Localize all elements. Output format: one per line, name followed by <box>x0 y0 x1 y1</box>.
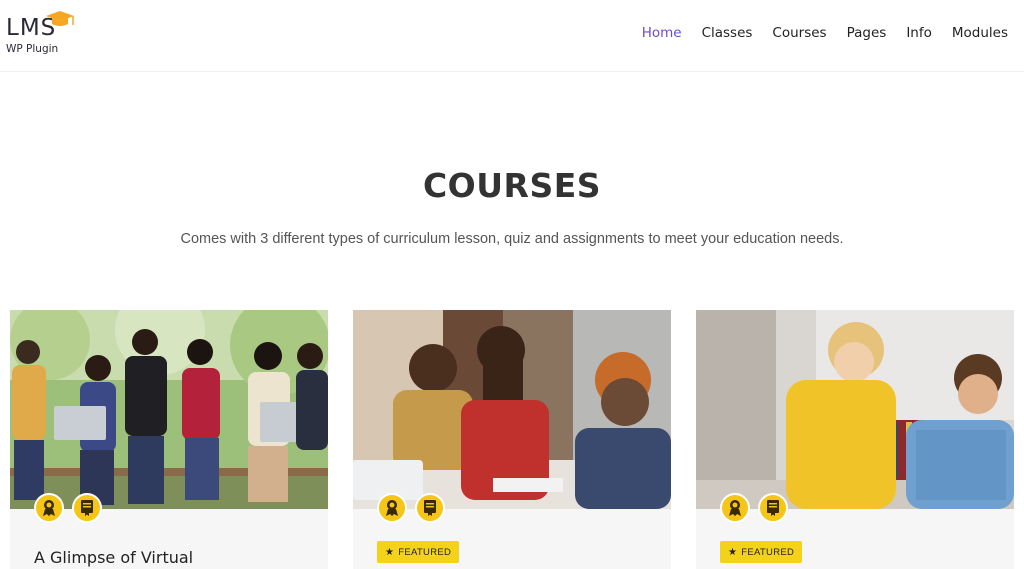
course-image[interactable] <box>10 310 328 509</box>
star-icon: ★ <box>728 546 738 558</box>
site-header: LMS WP Plugin Home Classes Courses Pages… <box>0 0 1024 72</box>
section-title: COURSES <box>422 166 602 205</box>
course-card[interactable]: A Glimpse of Virtual <box>10 310 328 569</box>
course-card[interactable]: ★ FEATURED <box>353 310 671 569</box>
featured-badge: ★ FEATURED <box>377 541 460 563</box>
certificate-icon[interactable] <box>415 493 445 523</box>
featured-badge: ★ FEATURED <box>720 541 803 563</box>
main-nav: Home Classes Courses Pages Info Modules <box>622 25 1008 41</box>
featured-label: FEATURED <box>741 546 795 558</box>
certificate-icon[interactable] <box>72 493 102 523</box>
nav-item-pages[interactable]: Pages <box>847 25 887 41</box>
nav-item-classes[interactable]: Classes <box>702 25 753 41</box>
card-badges <box>720 493 788 523</box>
award-icon[interactable] <box>377 493 407 523</box>
star-icon: ★ <box>385 546 395 558</box>
site-logo[interactable]: LMS WP Plugin <box>5 10 80 60</box>
course-title[interactable]: A Glimpse of Virtual <box>34 548 193 567</box>
course-card[interactable]: ★ FEATURED <box>696 310 1014 569</box>
course-image[interactable] <box>353 310 671 509</box>
certificate-icon[interactable] <box>758 493 788 523</box>
graduation-cap-icon <box>46 11 74 26</box>
card-badges <box>377 493 445 523</box>
course-image[interactable] <box>696 310 1014 509</box>
section-subtitle: Comes with 3 different types of curricul… <box>180 231 844 247</box>
card-badges <box>34 493 102 523</box>
nav-item-home[interactable]: Home <box>642 25 682 41</box>
award-icon[interactable] <box>720 493 750 523</box>
nav-item-courses[interactable]: Courses <box>772 25 826 41</box>
logo-tagline: WP Plugin <box>6 43 59 55</box>
award-icon[interactable] <box>34 493 64 523</box>
featured-label: FEATURED <box>398 546 452 558</box>
nav-item-modules[interactable]: Modules <box>952 25 1008 41</box>
nav-item-info[interactable]: Info <box>906 25 932 41</box>
